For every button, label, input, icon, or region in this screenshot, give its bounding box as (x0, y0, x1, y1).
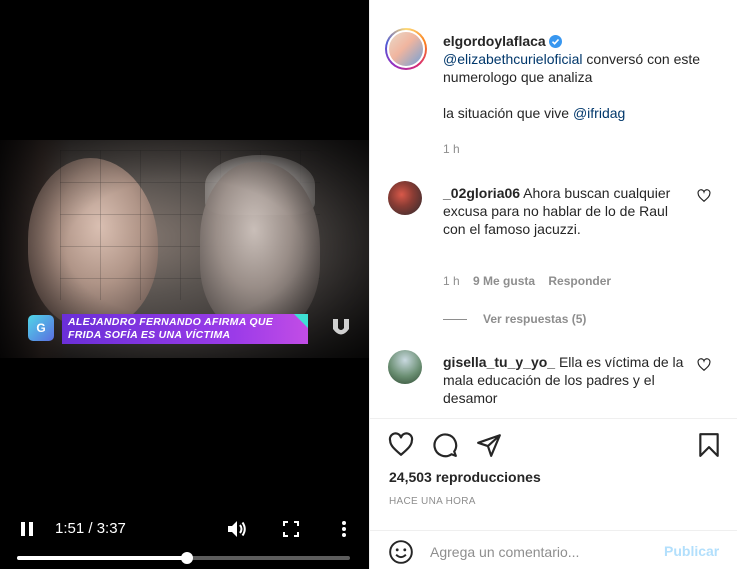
fullscreen-button[interactable] (280, 518, 302, 540)
video-lower-third: G ALEJANDRO FERNANDO AFIRMA QUE FRIDA SO… (28, 314, 308, 344)
comment-item: _02gloria06 Ahora buscan cualquier excus… (385, 181, 725, 311)
comment-text: _02gloria06 Ahora buscan cualquier excus… (443, 184, 693, 238)
post-caption: elgordoylaflaca @elizabethcurieloficial … (443, 32, 723, 122)
video-progress-thumb[interactable] (180, 552, 193, 564)
fullscreen-icon (283, 521, 299, 537)
heart-icon[interactable] (388, 432, 414, 458)
view-replies-divider (443, 319, 467, 321)
view-replies-button[interactable]: Ver respuestas (5) (443, 312, 586, 326)
emoji-icon[interactable] (388, 539, 414, 565)
post-username[interactable]: elgordoylaflaca (443, 33, 546, 49)
post-date[interactable]: HACE UNA HORA (389, 496, 476, 507)
view-replies-label: Ver respuestas (5) (483, 312, 587, 326)
post-author-avatar[interactable] (385, 28, 427, 70)
caption-mention-elizabeth[interactable]: @elizabethcurieloficial (443, 51, 583, 67)
headline-bar: ALEJANDRO FERNANDO AFIRMA QUE FRIDA SOFÍ… (62, 314, 308, 344)
caption-line2-text: la situación que vive (443, 105, 573, 121)
comment-avatar[interactable] (388, 181, 422, 215)
comment-reply-button[interactable]: Responder (548, 274, 611, 288)
show-logo-icon: G (28, 315, 54, 341)
pause-button[interactable] (16, 518, 38, 540)
caption-mention-ifridag[interactable]: @ifridag (573, 105, 625, 121)
comment-avatar[interactable] (388, 350, 422, 384)
comment-like-heart-icon[interactable] (697, 358, 711, 372)
caption-line2: la situación que vive @ifridag (443, 104, 723, 122)
add-comment-bar: Publicar (370, 530, 737, 569)
headline-accent (294, 314, 308, 328)
verified-badge-icon (548, 35, 562, 48)
volume-icon (228, 521, 246, 537)
comment-actions: 1 h 9 Me gusta Responder (443, 274, 621, 288)
comment-text: gisella_tu_y_yo_ Ella es víctima de la m… (443, 353, 693, 407)
comment-input[interactable] (430, 541, 650, 563)
video-progress-fill (17, 556, 187, 560)
post-side-panel: elgordoylaflaca @elizabethcurieloficial … (369, 0, 737, 569)
video-time: 1:51 / 3:37 (55, 520, 126, 537)
univision-logo-icon (333, 319, 349, 335)
more-options-button[interactable] (334, 518, 354, 540)
share-icon[interactable] (476, 432, 502, 458)
volume-button[interactable] (226, 518, 248, 540)
comment-item: gisella_tu_y_yo_ Ella es víctima de la m… (385, 350, 725, 420)
views-count[interactable]: 24,503 reproducciones (389, 469, 541, 485)
video-player[interactable]: G ALEJANDRO FERNANDO AFIRMA QUE FRIDA SO… (0, 0, 369, 569)
video-progress-bar[interactable] (17, 552, 350, 564)
caption-timestamp[interactable]: 1 h (443, 142, 460, 156)
comment-time[interactable]: 1 h (443, 274, 460, 288)
more-vertical-icon (342, 521, 346, 537)
post-author-avatar-image (387, 30, 425, 68)
pause-icon (21, 522, 33, 536)
comment-likes[interactable]: 9 Me gusta (473, 274, 535, 288)
video-headline-line2: FRIDA SOFÍA ES UNA VÍCTIMA (68, 329, 231, 341)
video-headline-line1: ALEJANDRO FERNANDO AFIRMA QUE (68, 316, 274, 328)
comment-username[interactable]: gisella_tu_y_yo_ (443, 354, 555, 370)
comment-icon[interactable] (432, 432, 458, 458)
bookmark-icon[interactable] (696, 432, 722, 458)
comment-like-heart-icon[interactable] (697, 189, 711, 203)
video-headline: ALEJANDRO FERNANDO AFIRMA QUE FRIDA SOFÍ… (68, 316, 273, 342)
publish-button[interactable]: Publicar (664, 543, 719, 559)
video-controls: 1:51 / 3:37 (0, 510, 369, 569)
comment-username[interactable]: _02gloria06 (443, 185, 520, 201)
